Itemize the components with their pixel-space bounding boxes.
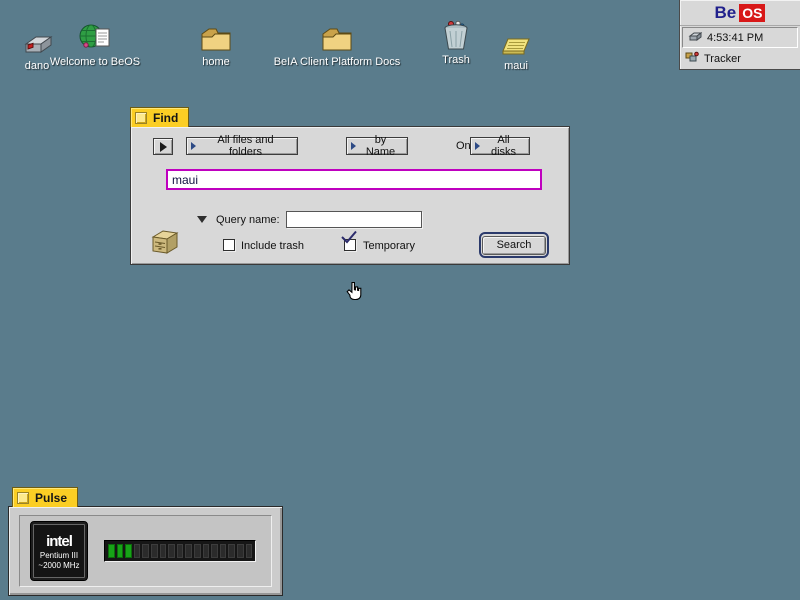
folder-icon — [199, 18, 233, 54]
volume-popup-label: All disks — [490, 134, 517, 158]
find-window: Find All files and folders by Name On Al… — [130, 107, 570, 265]
globe-document-icon — [79, 18, 111, 54]
desktop-icon-beia-docs[interactable]: BeIA Client Platform Docs — [272, 18, 402, 68]
folder-icon — [320, 18, 354, 54]
criteria-popup[interactable]: by Name — [346, 134, 408, 158]
scope-popup-label: All files and folders — [217, 134, 274, 158]
include-trash-label: Include trash — [241, 240, 304, 252]
search-button[interactable]: Search — [482, 235, 546, 255]
volume-popup[interactable]: All disks — [470, 134, 530, 158]
icon-label: maui — [504, 60, 528, 72]
find-window-body: All files and folders by Name On All dis… — [130, 126, 570, 265]
temporary-label: Temporary — [363, 240, 415, 252]
arrow-right-icon — [159, 141, 167, 152]
card-file-icon — [149, 227, 179, 260]
notepad-icon — [500, 22, 532, 58]
popup-marker-icon — [351, 142, 356, 150]
icon-label: Welcome to BeOS — [49, 56, 141, 68]
include-trash-checkbox[interactable] — [223, 239, 235, 251]
desktop-icon-maui[interactable]: maui — [451, 22, 581, 72]
tracker-label: Tracker — [704, 52, 741, 65]
deskbar: Be OS 4:53:41 PM Tracker — [679, 0, 800, 70]
clock-text: 4:53:41 PM — [707, 31, 764, 44]
icon-label: home — [202, 56, 230, 68]
desktop-icon-welcome[interactable]: Welcome to BeOS — [30, 18, 160, 68]
window-title: Pulse — [35, 490, 68, 505]
cpu-model: Pentium III — [39, 550, 79, 560]
pulse-window-body: intel Pentium III ~2000 MHz — [8, 506, 283, 596]
pulse-panel: intel Pentium III ~2000 MHz — [19, 515, 272, 587]
on-label: On — [456, 140, 471, 152]
close-button[interactable] — [135, 111, 147, 124]
icon-label: BeIA Client Platform Docs — [273, 56, 401, 68]
scope-popup[interactable]: All files and folders — [186, 134, 298, 158]
popup-marker-icon — [475, 142, 480, 150]
cpu-brand: intel — [46, 532, 73, 550]
check-icon — [340, 230, 358, 250]
desktop-icon-home[interactable]: home — [151, 18, 281, 68]
disclosure-triangle-icon[interactable] — [197, 216, 207, 223]
search-term-input[interactable] — [166, 169, 542, 190]
cpu-load-bar — [104, 540, 256, 562]
os-logo: OS — [739, 3, 766, 22]
criteria-popup-label: by Name — [365, 134, 396, 158]
default-button-ring: Search — [479, 232, 549, 258]
desktop: dano Welcome to BeOS home BeIA Client Pl… — [0, 0, 800, 600]
close-button[interactable] — [17, 491, 29, 504]
tracker-icon — [685, 51, 699, 66]
pulse-window-titlebar[interactable]: Pulse — [12, 487, 79, 507]
disk-icon — [688, 31, 703, 45]
cpu-speed: ~2000 MHz — [38, 560, 80, 570]
find-window-titlebar[interactable]: Find — [130, 107, 190, 127]
popup-marker-icon — [191, 142, 196, 150]
deskbar-item-tracker[interactable]: Tracker — [680, 48, 800, 69]
intel-cpu-badge: intel Pentium III ~2000 MHz — [30, 521, 88, 581]
window-title: Find — [153, 110, 179, 125]
be-logo: Be — [714, 2, 737, 22]
be-menu[interactable]: Be OS — [680, 0, 800, 26]
menu-expand-button[interactable] — [153, 138, 173, 155]
hand-cursor — [346, 281, 364, 306]
query-name-input[interactable] — [286, 211, 422, 228]
query-name-label: Query name: — [216, 214, 280, 226]
pulse-window: Pulse intel Pentium III ~2000 MHz — [8, 487, 283, 596]
deskbar-clock[interactable]: 4:53:41 PM — [682, 27, 798, 48]
